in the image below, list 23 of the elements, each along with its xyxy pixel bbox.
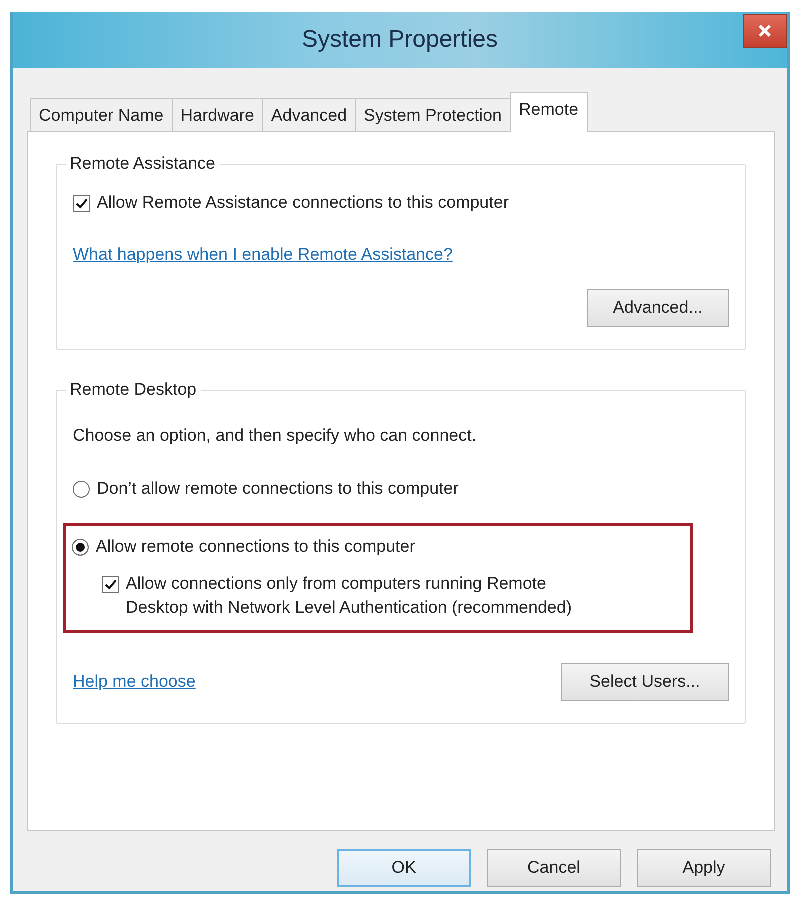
select-users-button[interactable]: Select Users... (561, 663, 729, 701)
checkbox-label: Allow Remote Assistance connections to this computer (97, 192, 509, 214)
help-link[interactable]: Help me choose (73, 672, 196, 692)
group-title: Remote Desktop (69, 380, 198, 400)
radio-label: Don’t allow remote connections to this computer (97, 478, 459, 500)
tab[interactable]: Remote (510, 92, 588, 132)
cancel-button[interactable]: Cancel (487, 849, 621, 887)
apply-button[interactable]: Apply (637, 849, 771, 887)
group-title: Remote Assistance (69, 154, 217, 174)
window-title: System Properties (302, 26, 498, 54)
radio-button[interactable] (73, 481, 90, 498)
close-button[interactable] (743, 14, 787, 48)
help-link[interactable]: What happens when I enable Remote Assistance? (73, 245, 453, 264)
instruction-text: Choose an option, and then specify who can connect. (73, 426, 478, 446)
checkbox[interactable] (102, 576, 119, 593)
tab[interactable]: Computer Name (30, 98, 173, 132)
ok-button[interactable]: OK (337, 849, 471, 887)
checkbox[interactable] (73, 195, 90, 212)
close-icon (758, 24, 772, 38)
checkbox-label: Allow connections only from computers running Remote Desktop with Network Level Authentication (recommended) (126, 573, 573, 619)
radio-label: Allow remote connections to this computer (96, 536, 416, 558)
radio-button[interactable] (72, 539, 89, 556)
advanced-button[interactable]: Advanced... (587, 289, 729, 327)
